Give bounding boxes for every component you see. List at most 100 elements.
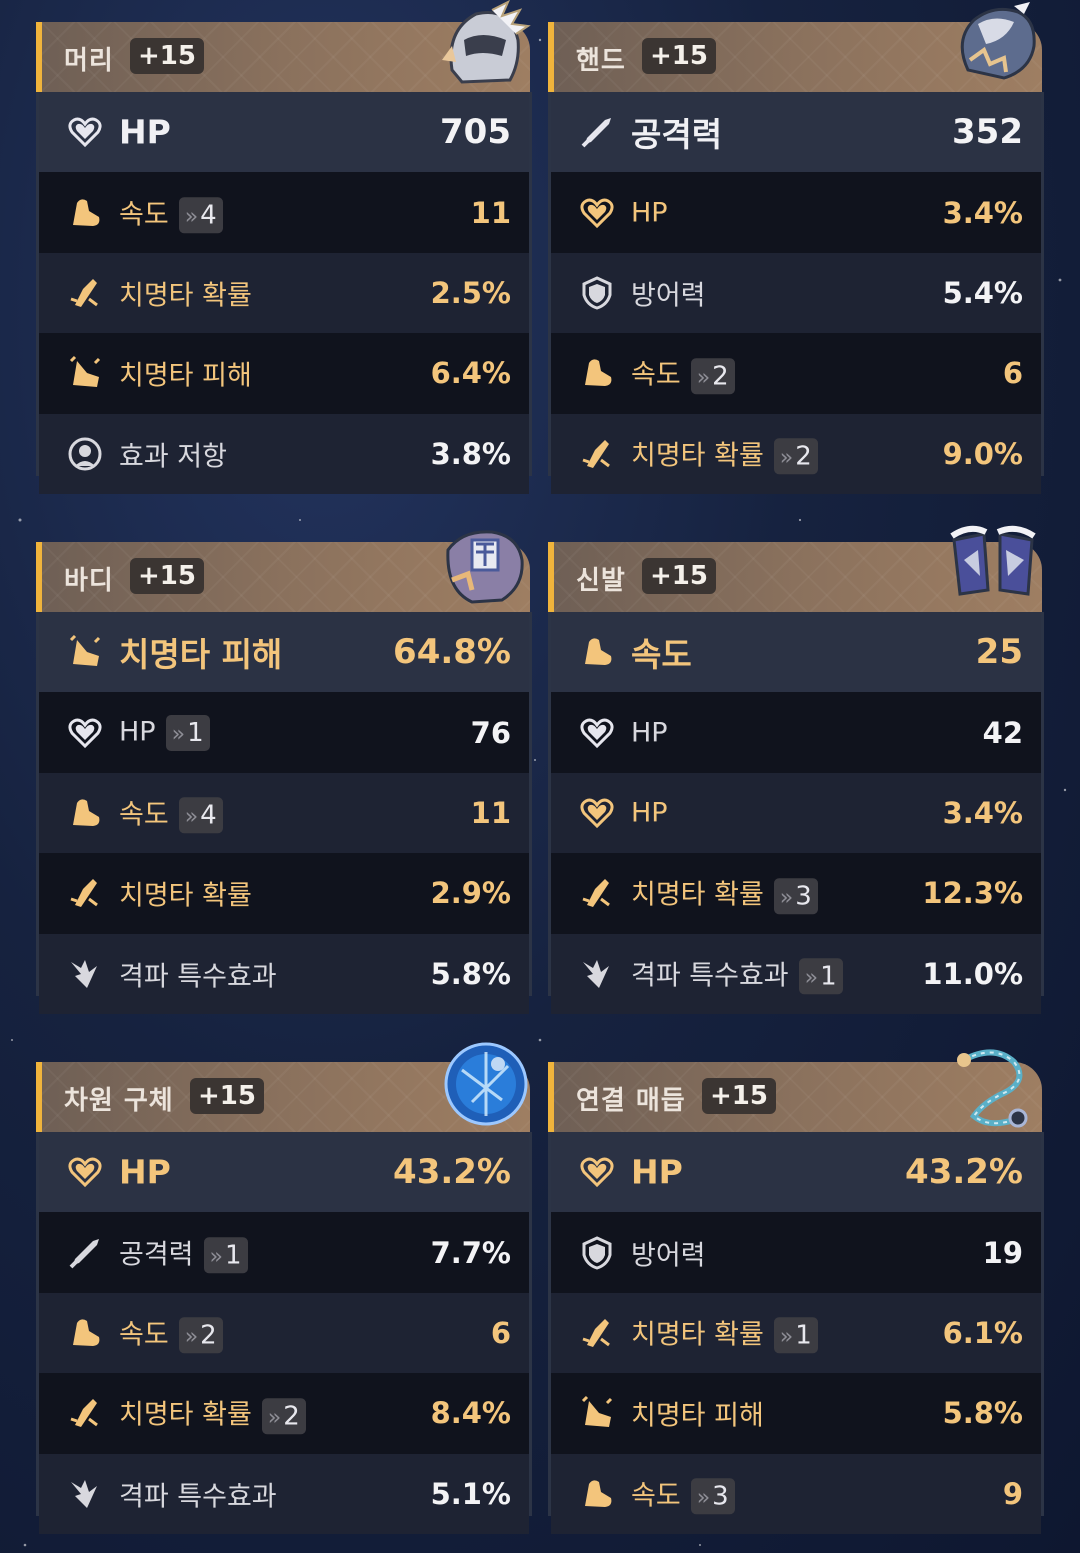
sub-stat-row: 속도 »4 11: [39, 772, 529, 854]
heart-gold-icon: [68, 1157, 102, 1188]
sword-icon: [69, 1238, 99, 1268]
sub-stat-row: 치명타 피해 5.8%: [551, 1373, 1041, 1454]
main-stat-row: 치명타 피해 64.8%: [39, 612, 529, 693]
roll-count-badge: »2: [690, 358, 735, 395]
stat-label: 방어력: [631, 1240, 706, 1272]
roll-count-badge: »2: [178, 1317, 223, 1354]
header-accent: [548, 1062, 554, 1132]
level-badge: +15: [642, 38, 716, 74]
stat-value: 5.8%: [430, 956, 511, 991]
stat-label: HP: [631, 717, 668, 749]
main-stat-row: HP 705: [39, 92, 529, 173]
equipment-panel-head[interactable]: 머리 +15 HP 705 속도 »4 11 치명타 확률 2.5% 치명타 피해…: [36, 0, 532, 494]
stat-label: 격파 특수효과: [119, 1481, 277, 1513]
sub-stat-row: 속도 »2 6: [551, 333, 1041, 414]
stat-list: HP 43.2% 방어력 19 치명타 확률 »1 6.1% 치명타 피해 5.8…: [548, 1132, 1044, 1534]
heart-icon: [68, 718, 102, 748]
stat-value: 6: [490, 1315, 511, 1350]
sub-stat-row: 격파 특수효과 5.8%: [39, 933, 529, 1014]
stat-value: 8.4%: [430, 1396, 511, 1431]
sub-stat-row: 치명타 확률 2.9%: [39, 853, 529, 934]
level-badge: +15: [642, 558, 716, 594]
roll-count-badge: »1: [203, 1237, 248, 1274]
break-effect-icon: [71, 1479, 97, 1508]
stat-value: 5.8%: [942, 1396, 1023, 1431]
slot-name: 머리: [64, 46, 114, 76]
stat-label: 속도 »4: [119, 792, 223, 834]
speed-boot-icon: [73, 799, 100, 826]
stat-value: 705: [440, 112, 511, 153]
stat-label: 치명타 확률 »1: [631, 1312, 818, 1354]
sub-stat-row: 치명타 확률 »2 9.0%: [551, 413, 1041, 494]
stat-value: 76: [470, 715, 511, 750]
heart-gold-icon: [580, 198, 614, 228]
roll-count-badge: »4: [178, 797, 223, 834]
stat-label: HP: [119, 112, 171, 152]
slot-name: 바디: [64, 566, 114, 596]
stat-list: HP 43.2% 공격력 »1 7.7% 속도 »2 6 치명타 확률 »2 8.4%…: [36, 1132, 532, 1534]
main-stat-row: 공격력 352: [551, 92, 1041, 173]
sword-icon: [581, 118, 611, 148]
main-stat-row: HP 43.2%: [551, 1132, 1041, 1213]
stat-value: 5.1%: [430, 1476, 511, 1511]
equipment-panel-link-rope[interactable]: 연결 매듭 +15 HP 43.2% 방어력 19 치명타 확률 »1 6.1% …: [548, 1040, 1044, 1534]
sub-stat-row: 치명타 확률 2.5%: [39, 252, 529, 334]
stat-value: 11: [470, 195, 511, 230]
armor-art: [446, 530, 524, 604]
slot-name: 핸드: [576, 46, 626, 76]
crit-chance-icon: [582, 439, 610, 468]
effect-resist-icon: [68, 437, 102, 471]
slot-name: 연결 매듭: [576, 1086, 686, 1116]
stat-value: 6: [1002, 356, 1023, 391]
stat-value: 64.8%: [393, 632, 511, 673]
sub-stat-row: HP 42: [551, 692, 1041, 773]
roll-count-badge: »1: [798, 958, 843, 995]
sub-stat-row: 방어력 5.4%: [551, 252, 1041, 334]
crit-chance-icon: [582, 879, 610, 908]
stat-value: 3.8%: [430, 436, 511, 471]
sub-stat-row: 방어력 19: [551, 1212, 1041, 1293]
stat-label: HP: [631, 797, 668, 829]
roll-count-badge: »2: [261, 1398, 306, 1435]
level-badge: +15: [702, 1078, 776, 1114]
stat-value: 352: [952, 112, 1023, 153]
orb-art: [444, 1042, 528, 1126]
equipment-panel-body[interactable]: 바디 +15 치명타 피해 64.8% HP »1 76 속도 »4 11 치명타 …: [36, 520, 532, 1014]
level-badge: +15: [130, 558, 204, 594]
header-accent: [36, 1062, 42, 1132]
equipment-panel-planar-sphere[interactable]: 차원 구체 +15 HP 43.2% 공격력 »1 7.7% 속도 »2 6 치명타…: [36, 1040, 532, 1534]
level-badge: +15: [190, 1078, 264, 1114]
crit-chance-icon: [70, 879, 98, 908]
main-stat-row: HP 43.2%: [39, 1132, 529, 1213]
stat-label: 치명타 확률: [119, 880, 252, 912]
header-accent: [548, 542, 554, 612]
heart-icon: [580, 718, 614, 748]
equipment-panel-hands[interactable]: 핸드 +15 공격력 352 HP 3.4% 방어력 5.4% 속도»2 6: [548, 0, 1044, 494]
heart-icon: [68, 117, 102, 148]
stat-label: 속도: [631, 635, 692, 675]
stat-value: 6.4%: [430, 356, 511, 391]
speed-boot-icon: [585, 638, 612, 666]
slot-name: 신발: [576, 566, 626, 596]
roll-count-badge: »4: [178, 197, 223, 234]
rope-art: [957, 1049, 1028, 1128]
stat-label: 속도 »2: [631, 353, 735, 395]
roll-count-badge: »3: [690, 1478, 735, 1515]
equipment-panel-feet[interactable]: 신발 +15 속도 25 HP 42 HP 3.4% 치명타 확률 »3 12.3…: [548, 520, 1044, 1014]
stat-value: 12.3%: [922, 876, 1023, 911]
stat-value: 7.7%: [430, 1235, 511, 1270]
gauntlet-art: [960, 2, 1036, 80]
main-stat-row: 속도 25: [551, 612, 1041, 693]
stat-label: 공격력: [631, 115, 723, 155]
stat-value: 42: [982, 715, 1023, 750]
sub-stat-row: 속도 »2 6: [39, 1292, 529, 1374]
stat-value: 11.0%: [922, 956, 1023, 991]
stat-label: HP »1: [119, 714, 210, 751]
speed-boot-icon: [585, 1480, 612, 1507]
stat-label: 치명타 확률 »2: [631, 433, 818, 475]
crit-chance-icon: [70, 278, 98, 307]
stat-value: 2.5%: [430, 275, 511, 310]
stat-list: 속도 25 HP 42 HP 3.4% 치명타 확률 »3 12.3% 격파 특수…: [548, 612, 1044, 1014]
crit-damage-icon: [581, 1396, 613, 1428]
sub-stat-row: 격파 특수효과 5.1%: [39, 1453, 529, 1534]
